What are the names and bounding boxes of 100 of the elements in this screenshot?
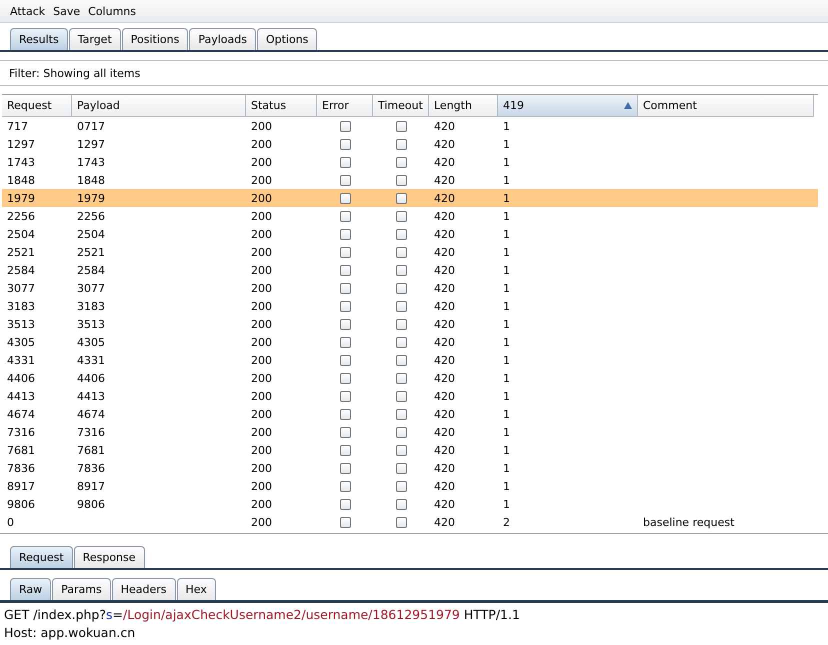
table-cell-text: 420 xyxy=(433,514,456,530)
table-row[interactable]: 8917 8917 200 420 1 xyxy=(2,477,818,495)
table-row[interactable]: 2521 2521 200 420 1 xyxy=(2,243,818,261)
table-cell-text: 200 xyxy=(250,190,273,206)
table-cell-text: 1 xyxy=(502,118,511,134)
table-cell-text: 420 xyxy=(433,244,456,260)
table-row[interactable]: 717 0717 200 420 1 xyxy=(2,117,818,135)
tab[interactable]: Params xyxy=(52,578,111,600)
table-cell-text: 1297 xyxy=(6,136,36,152)
table-row[interactable]: 4305 4305 200 420 1 xyxy=(2,333,818,351)
table-cell-text: 200 xyxy=(250,514,273,530)
column-header[interactable]: Error xyxy=(317,95,373,117)
table-cell-text: 420 xyxy=(433,370,456,386)
menu-item[interactable]: Save xyxy=(53,4,80,18)
column-header[interactable]: 419 xyxy=(498,95,638,117)
table-cell-text: 1743 xyxy=(76,154,106,170)
table-cell-text: 3077 xyxy=(76,280,106,296)
table-cell-text: 420 xyxy=(433,280,456,296)
table-cell-text: 4305 xyxy=(6,334,36,350)
table-cell-text: 7316 xyxy=(6,424,36,440)
table-cell-text: 200 xyxy=(250,262,273,278)
column-header[interactable]: Timeout xyxy=(373,95,429,117)
table-cell-text: 420 xyxy=(433,298,456,314)
table-cell-text: 4331 xyxy=(76,352,106,368)
table-cell-text: 420 xyxy=(433,352,456,368)
table-cell-text: 4413 xyxy=(6,388,36,404)
table-cell-text: 420 xyxy=(433,388,456,404)
table-cell-text: 2504 xyxy=(76,226,106,242)
table-cell-text: 1848 xyxy=(6,172,36,188)
tab[interactable]: Headers xyxy=(112,578,176,600)
table-cell-text: 1 xyxy=(502,226,511,242)
table-row[interactable]: 4331 4331 200 420 1 xyxy=(2,351,818,369)
filter-label[interactable]: Filter: Showing all items xyxy=(9,66,140,80)
table-cell-text: 200 xyxy=(250,244,273,260)
table-cell-text: 2 xyxy=(502,514,511,530)
table-row[interactable]: 9806 9806 200 420 1 xyxy=(2,495,818,513)
table-row[interactable]: 1297 1297 200 420 1 xyxy=(2,135,818,153)
menu-item[interactable]: Attack xyxy=(10,4,46,18)
tab[interactable]: Target xyxy=(68,28,121,50)
table-row[interactable]: 2504 2504 200 420 1 xyxy=(2,225,818,243)
tab[interactable]: Raw xyxy=(10,578,52,600)
menu-item[interactable]: Columns xyxy=(88,4,136,18)
table-row[interactable]: 2584 2584 200 420 1 xyxy=(2,261,818,279)
tab[interactable]: Request xyxy=(10,546,73,568)
table-cell-text: 4331 xyxy=(6,352,36,368)
table-cell-text: 9806 xyxy=(76,496,106,512)
table-cell-text: 420 xyxy=(433,136,456,152)
table-cell-text: baseline request xyxy=(642,514,736,530)
table-cell-text: 1 xyxy=(502,370,511,386)
table-cell-text: 420 xyxy=(433,442,456,458)
table-row[interactable]: 4413 4413 200 420 1 xyxy=(2,387,818,405)
tab[interactable]: Positions xyxy=(122,28,188,50)
column-header[interactable]: Payload xyxy=(72,95,246,117)
table-cell-text: 200 xyxy=(250,280,273,296)
table-cell-text: 7681 xyxy=(76,442,106,458)
table-row[interactable]: 3513 3513 200 420 1 xyxy=(2,315,818,333)
table-cell-text: 8917 xyxy=(6,478,36,494)
table-row[interactable]: 7316 7316 200 420 1 xyxy=(2,423,818,441)
table-row[interactable]: 3077 3077 200 420 1 xyxy=(2,279,818,297)
table-cell-text: 3513 xyxy=(6,316,36,332)
table-row[interactable]: 2256 2256 200 420 1 xyxy=(2,207,818,225)
table-row[interactable]: 7836 7836 200 420 1 xyxy=(2,459,818,477)
tab[interactable]: Payloads xyxy=(189,28,256,50)
table-cell-text: 200 xyxy=(250,208,273,224)
tab[interactable]: Hex xyxy=(176,578,216,600)
tab[interactable]: Options xyxy=(256,28,318,50)
table-cell-text: 200 xyxy=(250,442,273,458)
table-row[interactable]: 1743 1743 200 420 1 xyxy=(2,153,818,171)
table-cell-text: 2521 xyxy=(6,244,36,260)
table-cell-text: 200 xyxy=(250,334,273,350)
table-cell-text: 420 xyxy=(433,190,456,206)
column-header[interactable]: Length xyxy=(429,95,498,117)
table-row[interactable]: 4674 4674 200 420 1 xyxy=(2,405,818,423)
table-cell-text: 1979 xyxy=(76,190,106,206)
column-header[interactable]: Request xyxy=(2,95,72,117)
table-cell-text: 1 xyxy=(502,172,511,188)
table-cell-text: 200 xyxy=(250,406,273,422)
table-cell-text: 3077 xyxy=(6,280,36,296)
tab[interactable]: Response xyxy=(74,546,145,568)
table-row[interactable]: 1848 1848 200 420 1 xyxy=(2,171,818,189)
table-cell-text: 420 xyxy=(433,496,456,512)
table-cell-text: 0 xyxy=(6,514,15,530)
table-cell-text: 7836 xyxy=(76,460,106,476)
table-row[interactable]: 1979 1979 200 420 1 xyxy=(2,189,818,207)
table-cell-text: 8917 xyxy=(76,478,106,494)
column-header[interactable]: Status xyxy=(246,95,317,117)
table-cell-text: 4406 xyxy=(6,370,36,386)
table-cell-text: 1 xyxy=(502,478,511,494)
table-cell-text: 0717 xyxy=(76,118,106,134)
table-cell-text: 200 xyxy=(250,316,273,332)
table-cell-text: 3183 xyxy=(6,298,36,314)
table-cell-text: 420 xyxy=(433,406,456,422)
table-cell-text: 1 xyxy=(502,352,511,368)
column-header[interactable]: Comment xyxy=(638,95,814,117)
table-row[interactable]: 3183 3183 200 420 1 xyxy=(2,297,818,315)
table-row[interactable]: 4406 4406 200 420 1 xyxy=(2,369,818,387)
table-row[interactable]: 7681 7681 200 420 1 xyxy=(2,441,818,459)
table-row[interactable]: 0 200 420 2 baseline request xyxy=(2,513,818,531)
tab[interactable]: Results xyxy=(10,28,68,50)
table-cell-text: 420 xyxy=(433,118,456,134)
